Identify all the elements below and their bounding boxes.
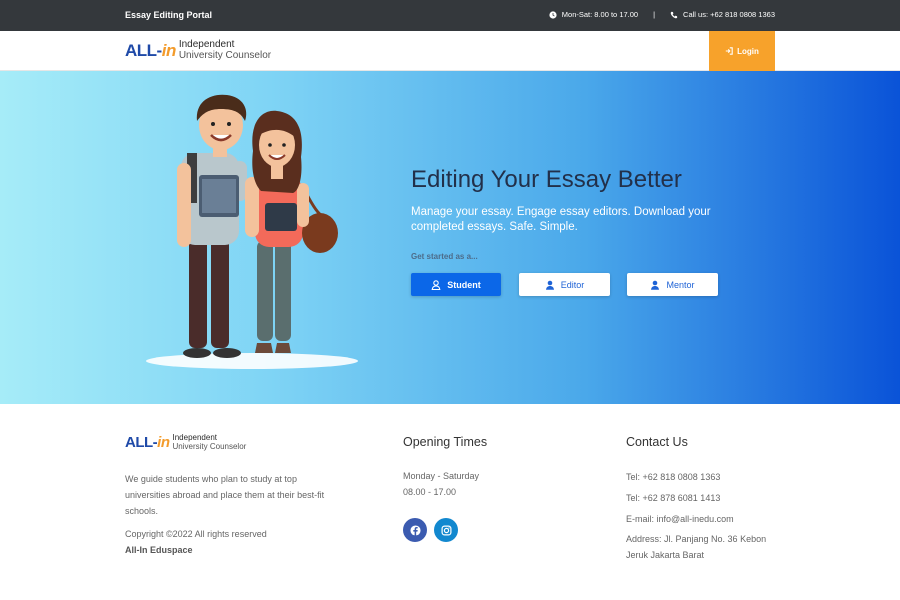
opening-hours-text: Mon-Sat: 8.00 to 17.00 xyxy=(561,10,639,19)
company-name: All-In Eduspace xyxy=(125,545,193,555)
copyright-text: Copyright ©2022 All rights reserved xyxy=(125,529,267,539)
top-bar-info: Mon-Sat: 8.00 to 17.00 | Call us: +62 81… xyxy=(549,10,775,19)
student-button[interactable]: Student xyxy=(411,273,501,296)
contact-address: Address: Jl. Panjang No. 36 Kebon Jeruk … xyxy=(626,534,767,560)
sign-in-icon xyxy=(725,47,733,55)
user-icon xyxy=(431,279,441,290)
logo-text: Independent University Counselor xyxy=(178,39,272,61)
facebook-button[interactable] xyxy=(403,518,427,542)
about-text: We guide students who plan to study at t… xyxy=(125,474,325,516)
contact-tel-2: Tel: +62 878 6081 1413 xyxy=(626,493,721,503)
instagram-button[interactable] xyxy=(434,518,458,542)
hero-section: Editing Your Essay Better Manage your es… xyxy=(0,71,900,404)
contact-heading: Contact Us xyxy=(626,435,688,449)
facebook-icon xyxy=(409,524,421,536)
editor-button[interactable]: Editor xyxy=(519,273,610,296)
get-started-label: Get started as a... xyxy=(411,252,478,261)
portal-title: Essay Editing Portal xyxy=(125,10,213,20)
phone-text: Call us: +62 818 0808 1363 xyxy=(683,10,775,19)
user-icon xyxy=(651,280,660,290)
logo-mark: ALL-in xyxy=(125,40,176,60)
opening-times-heading: Opening Times xyxy=(403,435,488,449)
phone-icon xyxy=(670,11,678,18)
logo-mark: ALL-in xyxy=(125,434,170,451)
opening-days: Monday - Saturday xyxy=(403,471,480,481)
contact-email: E-mail: info@all-inedu.com xyxy=(626,514,734,524)
mentor-button[interactable]: Mentor xyxy=(627,273,718,296)
user-icon xyxy=(545,280,554,290)
login-label: Login xyxy=(737,46,759,56)
hero-title: Editing Your Essay Better xyxy=(411,166,682,193)
footer-logo: ALL-in Independent University Counselor xyxy=(125,433,247,451)
navbar: ALL-in Independent University Counselor … xyxy=(0,31,900,71)
contact-tel-1: Tel: +62 818 0808 1363 xyxy=(626,472,721,482)
students-illustration xyxy=(146,94,358,369)
instagram-icon xyxy=(440,524,452,536)
clock-icon xyxy=(549,10,557,19)
top-bar: Essay Editing Portal Mon-Sat: 8.00 to 17… xyxy=(0,0,900,31)
logo[interactable]: ALL-in Independent University Counselor xyxy=(125,39,272,61)
hero-description: Manage your essay. Engage essay editors.… xyxy=(411,206,711,233)
opening-hours: 08.00 - 17.00 xyxy=(403,487,457,497)
separator: | xyxy=(653,10,656,19)
login-button[interactable]: Login xyxy=(709,31,775,71)
footer: ALL-in Independent University Counselor … xyxy=(0,404,900,600)
logo-text: Independent University Counselor xyxy=(172,433,247,451)
